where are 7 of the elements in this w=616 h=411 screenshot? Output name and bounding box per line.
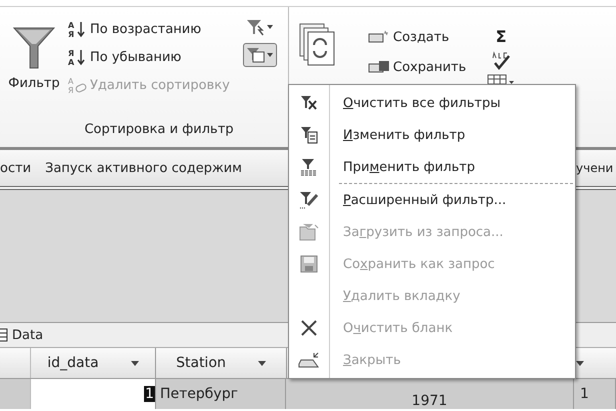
table-cell: 1 <box>31 379 156 409</box>
group-title: Сортировка и фильтр <box>83 122 235 139</box>
message-text: ости <box>0 160 32 176</box>
message-text: Запуск активного содержим <box>45 160 242 176</box>
table-cell: Петербург <box>156 379 286 409</box>
table-cell: 1 <box>574 379 616 409</box>
message-text: учени <box>576 161 614 175</box>
